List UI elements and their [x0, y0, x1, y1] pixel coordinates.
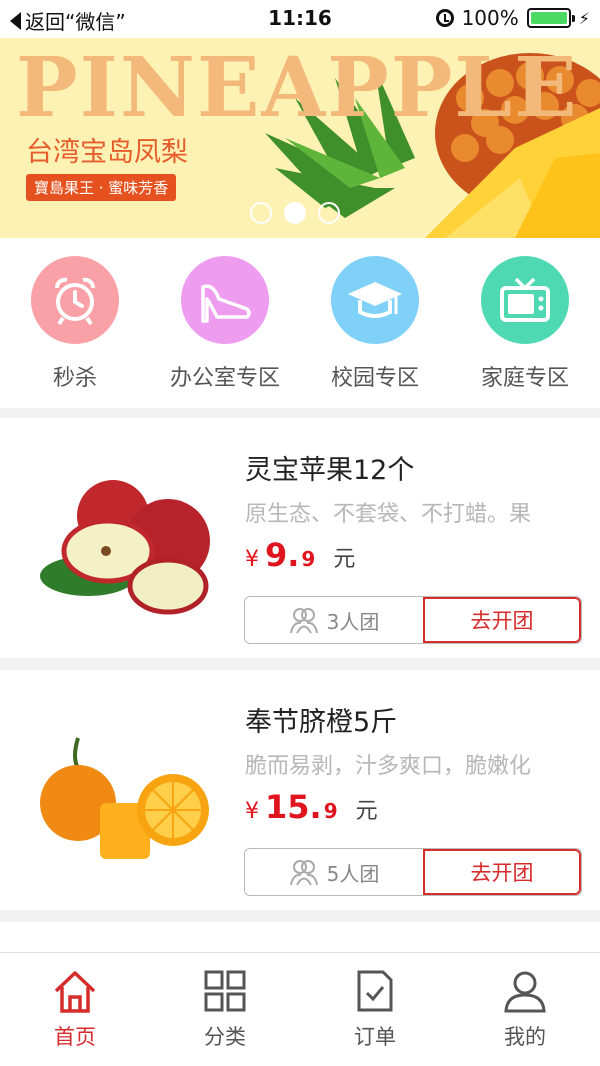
category-nav: 秒杀 办公室专区 校园专区 家庭专区: [0, 238, 600, 408]
product-card[interactable]: 灵宝苹果12个 原生态、不套袋、不打蜡。果 ¥ 9. 9 元 3人团 去开团: [0, 418, 600, 658]
product-title[interactable]: 奉节脐橙5斤: [245, 700, 397, 739]
price-decimal: 9: [323, 799, 338, 823]
group-size: 3人团: [245, 597, 423, 643]
group-size: 5人团: [245, 849, 423, 895]
product-description: 脆而易剥，汁多爽口，脆嫩化: [245, 754, 532, 779]
status-bar: 返回“微信” 11:16 100% ⚡: [0, 0, 600, 38]
alarm-icon: [435, 9, 454, 27]
start-group-button[interactable]: 去开团: [423, 849, 581, 895]
carousel-dots[interactable]: [250, 202, 340, 224]
category-label: 办公室专区: [169, 366, 280, 391]
grid-icon: [204, 970, 246, 1012]
price-decimal: 9: [301, 547, 316, 571]
app-screen: 返回“微信” 11:16 100% ⚡ PINEAPPLE 台湾宝岛凤梨 寶島果…: [0, 0, 600, 1066]
battery-icon: [526, 8, 575, 28]
tab-label: 我的: [504, 1025, 546, 1049]
category-label: 家庭专区: [480, 366, 569, 391]
carousel-dot-active[interactable]: [284, 202, 306, 224]
group-users-icon: [289, 860, 318, 886]
group-buy-bar: 5人团 去开团: [244, 848, 582, 896]
category-label: 校园专区: [330, 366, 419, 391]
product-title[interactable]: 灵宝苹果12个: [245, 448, 414, 487]
bottom-tab-bar: 首页 分类 订单 我的: [0, 952, 600, 1066]
product-image-apples[interactable]: [28, 446, 218, 636]
group-users-icon: [289, 608, 318, 634]
product-image-oranges[interactable]: [28, 698, 218, 888]
status-right: 100% ⚡: [435, 6, 590, 30]
graduation-cap-icon: [331, 256, 419, 344]
group-buy-bar: 3人团 去开团: [244, 596, 582, 644]
battery-percent: 100%: [461, 6, 519, 30]
product-price: ¥ 15. 9 元: [245, 788, 378, 826]
product-price: ¥ 9. 9 元: [245, 536, 355, 574]
category-label: 秒杀: [52, 366, 97, 391]
tv-icon: [481, 256, 569, 344]
price-symbol: ¥: [245, 547, 259, 572]
category-family[interactable]: 家庭专区: [450, 238, 600, 408]
price-unit: 元: [355, 799, 378, 824]
group-size-label: 3人团: [326, 609, 380, 634]
tab-category[interactable]: 分类: [150, 953, 300, 1066]
price-integer: 15.: [265, 788, 322, 826]
banner-headline: PINEAPPLE: [16, 40, 579, 136]
product-card[interactable]: 奉节脐橙5斤 脆而易剥，汁多爽口，脆嫩化 ¥ 15. 9 元 5人团 去开团: [0, 670, 600, 910]
tab-label: 首页: [54, 1025, 96, 1049]
tab-home[interactable]: 首页: [0, 953, 150, 1066]
category-campus[interactable]: 校园专区: [300, 238, 450, 408]
product-description: 原生态、不套袋、不打蜡。果: [245, 502, 532, 527]
price-symbol: ¥: [245, 799, 259, 824]
price-unit: 元: [333, 547, 356, 572]
order-icon: [357, 970, 393, 1012]
tab-orders[interactable]: 订单: [300, 953, 450, 1066]
charging-icon: ⚡: [578, 8, 590, 28]
category-flash-sale[interactable]: 秒杀: [0, 238, 150, 408]
category-office[interactable]: 办公室专区: [150, 238, 300, 408]
banner-tag: 寶島果王 · 蜜味芳香: [26, 174, 177, 201]
group-size-label: 5人团: [326, 861, 380, 886]
carousel-dot[interactable]: [250, 202, 272, 224]
start-group-button[interactable]: 去开团: [423, 597, 581, 643]
price-integer: 9.: [265, 536, 300, 574]
promo-banner[interactable]: PINEAPPLE 台湾宝岛凤梨 寶島果王 · 蜜味芳香: [0, 38, 600, 238]
user-icon: [504, 971, 546, 1013]
tab-label: 分类: [204, 1025, 246, 1049]
tab-label: 订单: [354, 1025, 396, 1049]
carousel-dot[interactable]: [318, 202, 340, 224]
home-icon: [54, 971, 96, 1013]
high-heel-icon: [181, 256, 269, 344]
banner-subtitle: 台湾宝岛凤梨: [26, 137, 188, 168]
alarm-clock-icon: [31, 256, 119, 344]
tab-profile[interactable]: 我的: [450, 953, 600, 1066]
